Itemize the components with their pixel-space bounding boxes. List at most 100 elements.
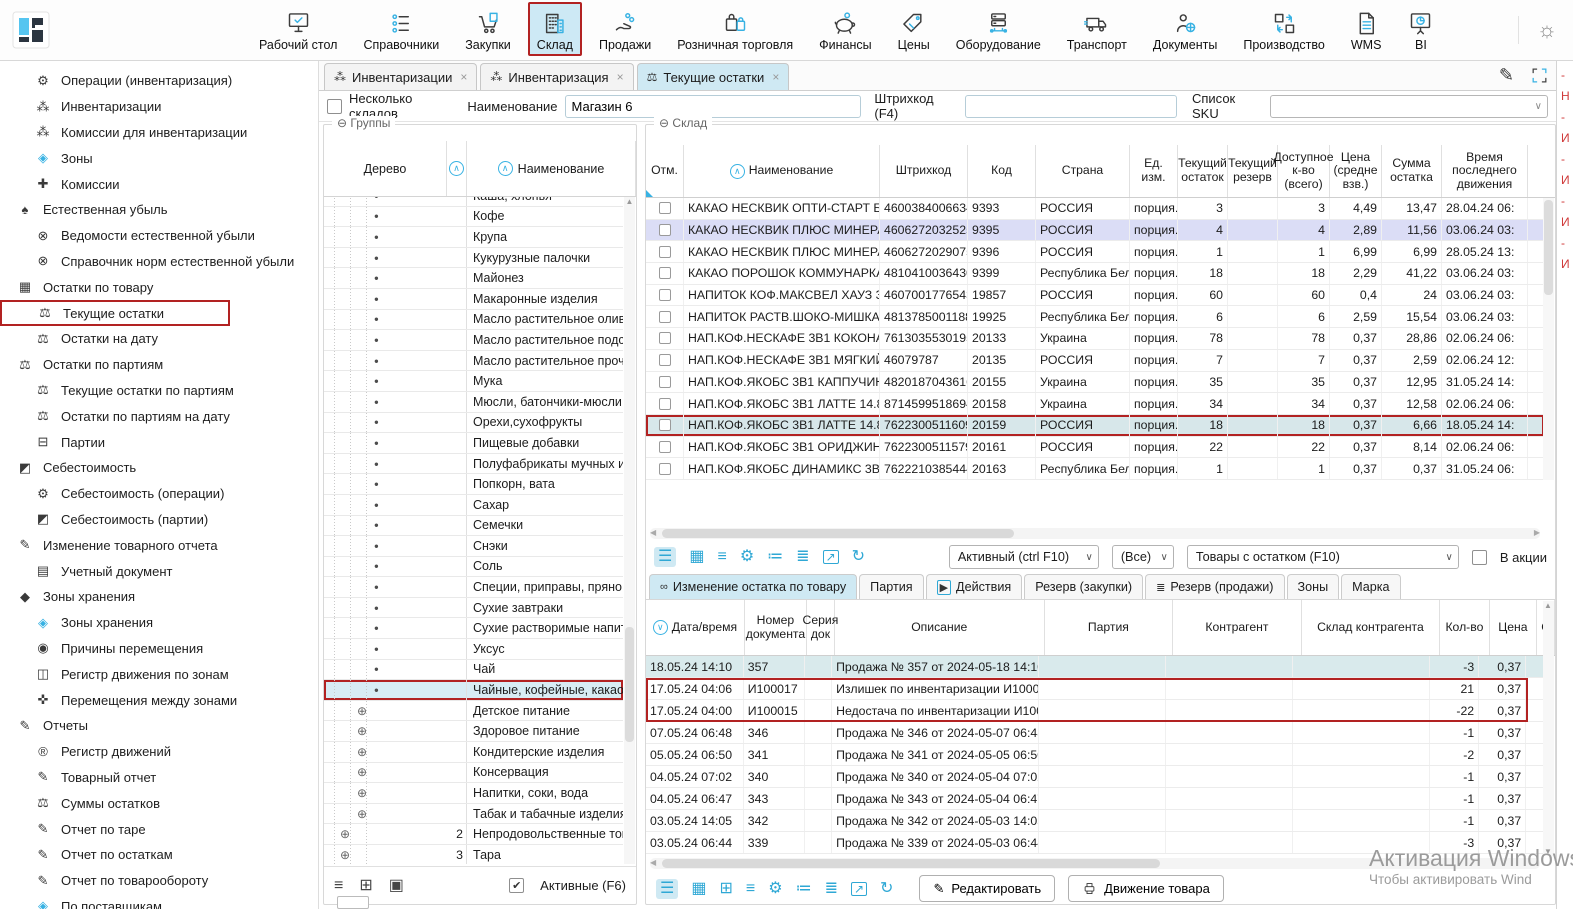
close-icon[interactable]: ×: [460, 70, 467, 84]
movements-hscrollbar[interactable]: ◀: [650, 858, 1540, 869]
row-checkbox[interactable]: [659, 311, 671, 323]
movement-row[interactable]: 17.05.24 04:06И100017Излишек по инвентар…: [646, 678, 1544, 700]
movement-row[interactable]: 17.05.24 04:00И100015Недостача по инвент…: [646, 700, 1544, 722]
stock-column-header[interactable]: Страна: [1036, 145, 1130, 197]
promo-checkbox[interactable]: [1472, 550, 1487, 565]
row-checkbox[interactable]: [659, 398, 671, 410]
stock-row[interactable]: НАП.КОФ.ЯКОБС 3В1 КАППУЧИНО4820187043616…: [646, 372, 1544, 394]
stock-row[interactable]: НАПИТОК КОФ.МАКСВЕЛ ХАУЗ 3В1460700177654…: [646, 285, 1544, 307]
tree-row[interactable]: ●Соль: [324, 557, 623, 578]
sidebar-item[interactable]: ♠Естественная убыль: [0, 197, 318, 223]
detail-tab-Изменение остатка по товару[interactable]: ∞Изменение остатка по товару: [649, 574, 857, 599]
stock-row[interactable]: НАП.КОФ.ЯКОБС 3В1 ОРИДЖИНАЛ7622300511579…: [646, 437, 1544, 459]
movements-scrollbar[interactable]: ▲▼: [1543, 601, 1554, 856]
tree-row[interactable]: ●Пищевые добавки: [324, 433, 623, 454]
tree-row[interactable]: ●Мука: [324, 371, 623, 392]
tree-row[interactable]: ●Снэки: [324, 536, 623, 557]
row-checkbox[interactable]: [659, 463, 671, 475]
nav-item-Финансы[interactable]: Финансы: [810, 2, 880, 56]
filter-icon[interactable]: ≡: [746, 881, 755, 897]
filter-icon[interactable]: ≡: [334, 878, 343, 894]
active-groups-checkbox[interactable]: [509, 878, 524, 893]
export-icon[interactable]: ↗: [823, 550, 839, 564]
add-copy-icon[interactable]: ▣: [389, 878, 404, 894]
movements-column-header[interactable]: Кол-во: [1440, 600, 1489, 655]
tree-row[interactable]: ⊕Кондитерские изделия: [324, 742, 623, 763]
stock-column-header[interactable]: Текущий резерв: [1228, 145, 1278, 197]
row-checkbox[interactable]: [659, 441, 671, 453]
stock-column-header[interactable]: Сумма остатка: [1382, 145, 1442, 197]
sidebar-item[interactable]: ✚Комиссии: [0, 171, 318, 197]
tree-row[interactable]: ●Семечки: [324, 516, 623, 537]
sidebar-item[interactable]: ◈По поставщикам: [0, 894, 318, 909]
filter-icon[interactable]: ≡: [717, 549, 726, 565]
stock-row[interactable]: НАП.КОФ.НЕСКАФЕ 3В1 КОКОНАТ М76130355301…: [646, 328, 1544, 350]
sidebar-item[interactable]: ◩Себестоимость (партии): [0, 507, 318, 533]
sidebar-item[interactable]: ▤Учетный документ: [0, 558, 318, 584]
tree-row[interactable]: ●Сухие растворимые напит: [324, 618, 623, 639]
tree-row[interactable]: ⊕Консервация: [324, 763, 623, 784]
row-checkbox[interactable]: [659, 224, 671, 236]
column-header-name[interactable]: ∧Наименование: [467, 141, 636, 196]
stock-row[interactable]: КАКАО НЕСКВИК ПЛЮС МИНЕРАЛЬ4606272032525…: [646, 220, 1544, 242]
movement-row[interactable]: 05.05.24 06:50341Продажа № 341 от 2024-0…: [646, 744, 1544, 766]
close-icon[interactable]: ×: [617, 70, 624, 84]
tree-row[interactable]: ⊕Табак и табачные изделия: [324, 804, 623, 825]
stock-column-header[interactable]: Цена (средне взв.): [1330, 145, 1382, 197]
sidebar-item[interactable]: ◆Зоны хранения: [0, 584, 318, 610]
sidebar-item[interactable]: ✎Отчеты: [0, 713, 318, 739]
stock-column-header[interactable]: Код: [968, 145, 1036, 197]
movements-column-header[interactable]: Серия док: [807, 600, 835, 655]
sidebar-item[interactable]: ✜Перемещения между зонами: [0, 687, 318, 713]
sidebar-item[interactable]: ⚖Остатки по партиям на дату: [0, 403, 318, 429]
sidebar-item[interactable]: ✎Изменение товарного отчета: [0, 532, 318, 558]
list-icon[interactable]: ☰: [654, 547, 676, 567]
numbered-list-icon[interactable]: ≔: [796, 881, 812, 897]
sidebar-item[interactable]: ⊟Партии: [0, 429, 318, 455]
tree-row[interactable]: ⊕Здоровое питание: [324, 721, 623, 742]
movements-column-header[interactable]: Номер документа: [745, 600, 807, 655]
sidebar-item[interactable]: ⚙Операции (инвентаризация): [0, 68, 318, 94]
add-list-icon[interactable]: ≣: [825, 881, 838, 897]
close-icon[interactable]: ×: [772, 70, 779, 84]
tree-row[interactable]: ●Масло растительное проч: [324, 351, 623, 372]
expand-icon[interactable]: ⊕: [357, 704, 367, 718]
tree-row[interactable]: ●Уксус: [324, 639, 623, 660]
refresh-icon[interactable]: ↻: [880, 881, 893, 897]
stock-row[interactable]: НАПИТОК РАСТВ.ШОКО-МИШКА В48137850011881…: [646, 306, 1544, 328]
sidebar-item[interactable]: ✎Отчет по остаткам: [0, 842, 318, 868]
collapse-icon[interactable]: ⊖: [337, 116, 347, 130]
gear-icon[interactable]: ⚙: [768, 881, 782, 897]
expand-icon[interactable]: ⊕: [357, 807, 367, 821]
row-checkbox[interactable]: [659, 267, 671, 279]
sidebar-item[interactable]: ⊗Справочник норм естественной убыли: [0, 249, 318, 275]
movements-column-header[interactable]: Партия: [1045, 600, 1174, 655]
tab-Инвентаризации[interactable]: ⁂Инвентаризации×: [324, 63, 477, 90]
tree-row[interactable]: ●Орехи,сухофрукты: [324, 413, 623, 434]
add-list-icon[interactable]: ≣: [796, 549, 809, 565]
sidebar-item[interactable]: ◈Зоны: [0, 145, 318, 171]
expand-icon[interactable]: ⊕: [357, 745, 367, 759]
sidebar-item[interactable]: ⚖Остатки на дату: [0, 326, 318, 352]
theme-toggle-icon[interactable]: ☼: [1518, 16, 1557, 44]
tab-Текущие остатки[interactable]: ⚖Текущие остатки×: [637, 63, 790, 90]
stock-column-header[interactable]: Штрихкод: [880, 145, 968, 197]
sidebar-item[interactable]: ⚖Остатки по партиям: [0, 352, 318, 378]
row-checkbox[interactable]: [659, 376, 671, 388]
movements-column-header[interactable]: Склад контрагента: [1302, 600, 1440, 655]
row-checkbox[interactable]: [659, 202, 671, 214]
stock-row[interactable]: НАП.КОФ.ЯКОБС ДИНАМИКС 3В1 1762221038544…: [646, 458, 1544, 480]
tree-sort-icon[interactable]: ∧: [447, 141, 467, 196]
nav-item-Продажи[interactable]: Продажи: [590, 2, 660, 56]
grid-icon[interactable]: ▦: [689, 549, 704, 565]
tree-row[interactable]: ●Сухие завтраки: [324, 598, 623, 619]
calendar-icon[interactable]: ⊞: [719, 881, 732, 897]
maximize-icon[interactable]: [1530, 66, 1549, 85]
detail-tab-Марка[interactable]: Марка: [1341, 574, 1400, 599]
export-icon[interactable]: ↗: [851, 882, 867, 896]
nav-item-Цены[interactable]: Цены: [889, 2, 939, 56]
movement-row[interactable]: 03.05.24 06:44339Продажа № 339 от 2024-0…: [646, 832, 1544, 854]
sidebar-item[interactable]: ✎Отчет по товарообороту: [0, 868, 318, 894]
stock-row[interactable]: НАП.КОФ.ЯКОБС 3В1 ЛАТТЕ 14.8Г У762230051…: [646, 415, 1544, 437]
tree-row[interactable]: ●Масло растительное подс: [324, 330, 623, 351]
